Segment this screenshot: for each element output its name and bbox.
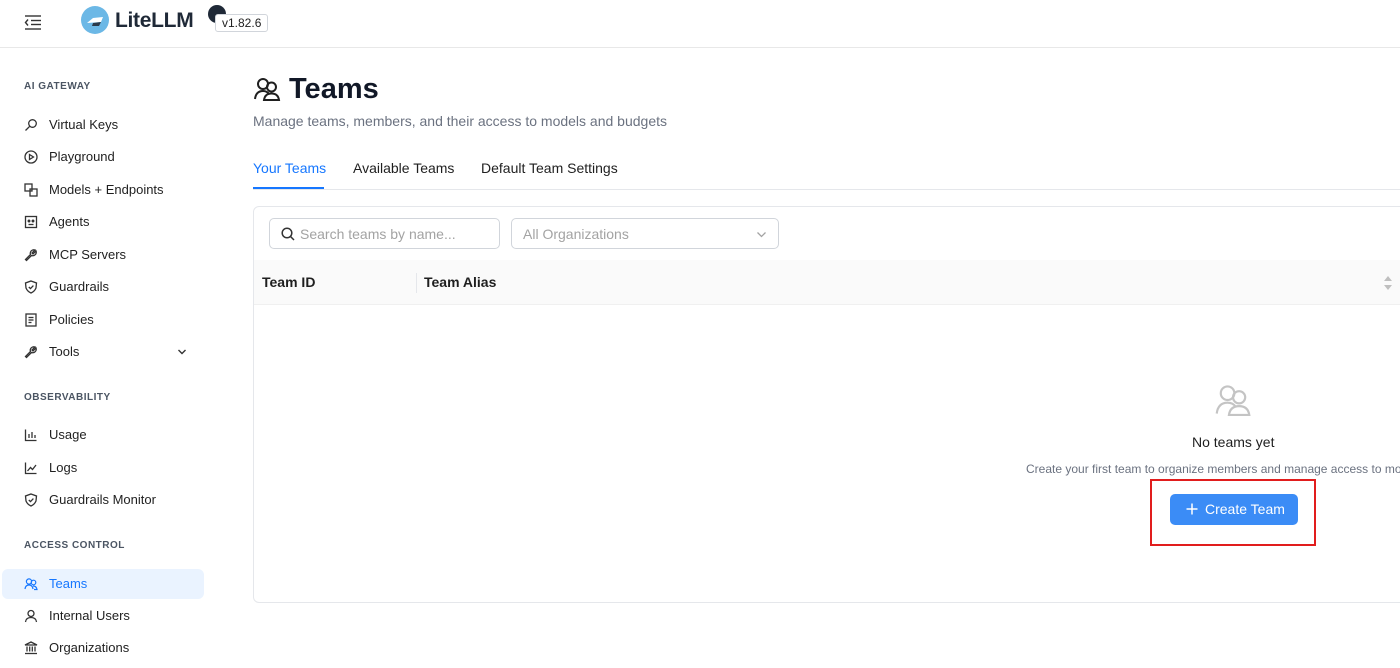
sidebar-item-usage[interactable]: Usage [2,420,204,450]
sidebar-item-guardrails-monitor[interactable]: Guardrails Monitor [2,485,204,515]
sidebar-item-label: Models + Endpoints [49,182,164,197]
sidebar-item-label: MCP Servers [49,247,127,262]
search-teams-field[interactable] [269,218,500,249]
bar-chart-icon [24,428,38,442]
sidebar-item-mcp-servers[interactable]: MCP Servers [2,240,204,270]
sidebar-item-label: Playground [49,149,115,164]
tabs-divider [253,189,1400,190]
section-title-access-control: ACCESS CONTROL [24,540,125,551]
page-subtitle: Manage teams, members, and their access … [253,113,667,129]
block-icon [24,183,38,197]
sidebar-item-label: Organizations [49,640,130,655]
column-header-team-id[interactable]: Team ID [262,274,315,290]
sidebar-item-label: Tools [49,344,80,359]
sidebar-item-label: Virtual Keys [49,117,119,132]
version-badge: v1.82.6 [215,14,269,32]
sidebar-item-organizations[interactable]: Organizations [2,633,204,663]
sidebar-item-label: Usage [49,427,87,442]
sidebar-item-guardrails[interactable]: Guardrails [2,272,204,302]
key-icon [24,118,38,132]
tab-available-teams[interactable]: Available Teams [353,160,454,176]
brand-name: LiteLLM [115,9,194,32]
sidebar-item-label: Agents [49,214,90,229]
top-header: LiteLLM v1.82.6 [0,0,1400,48]
team-icon [24,577,38,591]
sidebar-item-virtual-keys[interactable]: Virtual Keys [2,110,204,140]
teams-card: All Organizations Team ID Team Alias No … [253,206,1400,603]
highlight-box [1150,479,1316,546]
robot-icon [24,215,38,229]
sidebar-item-label: Guardrails [49,279,109,294]
sidebar-item-agents[interactable]: Agents [2,207,204,237]
team-icon [1214,381,1252,419]
tab-your-teams[interactable]: Your Teams [253,160,326,176]
sidebar-item-policies[interactable]: Policies [2,305,204,335]
organization-select-value: All Organizations [523,226,629,242]
sidebar-item-models-endpoints[interactable]: Models + Endpoints [2,175,204,205]
page-title: Teams [289,73,379,105]
empty-state-description: Create your first team to organize membe… [1026,462,1400,476]
chevron-down-icon [756,229,767,240]
line-chart-icon [24,461,38,475]
search-input[interactable] [300,219,495,248]
tool-icon [24,248,38,262]
empty-state-title: No teams yet [1192,434,1275,450]
active-tab-indicator [253,187,324,189]
sidebar-item-label: Teams [49,576,88,591]
wrench-icon [24,345,38,359]
chevron-down-icon [177,347,187,357]
shield-icon [24,280,38,294]
team-icon [253,75,281,103]
sidebar-item-teams[interactable]: Teams [2,569,204,599]
sort-icon[interactable] [1383,275,1393,291]
search-icon [281,227,295,241]
sidebar-item-playground[interactable]: Playground [2,142,204,172]
section-title-ai-gateway: AI GATEWAY [24,81,91,92]
sidebar-item-label: Policies [49,312,94,327]
bank-icon [24,641,38,655]
sidebar: AI GATEWAY Virtual Keys Playground Model… [0,49,210,668]
sidebar-item-logs[interactable]: Logs [2,453,204,483]
play-circle-icon [24,150,38,164]
sidebar-item-tools[interactable]: Tools [2,337,204,367]
section-title-observability: OBSERVABILITY [24,392,111,403]
column-header-team-alias[interactable]: Team Alias [424,274,496,290]
menu-fold-icon[interactable] [22,11,44,33]
file-icon [24,313,38,327]
litellm-logo-icon [81,6,109,34]
sidebar-item-label: Logs [49,460,78,475]
sidebar-item-internal-users[interactable]: Internal Users [2,601,204,631]
column-divider [416,273,417,293]
sidebar-item-label: Internal Users [49,608,130,623]
tab-default-team-settings[interactable]: Default Team Settings [481,160,618,176]
table-header: Team ID Team Alias [254,260,1400,305]
organization-select[interactable]: All Organizations [511,218,779,249]
user-icon [24,609,38,623]
sidebar-item-label: Guardrails Monitor [49,492,156,507]
shield-icon [24,493,38,507]
